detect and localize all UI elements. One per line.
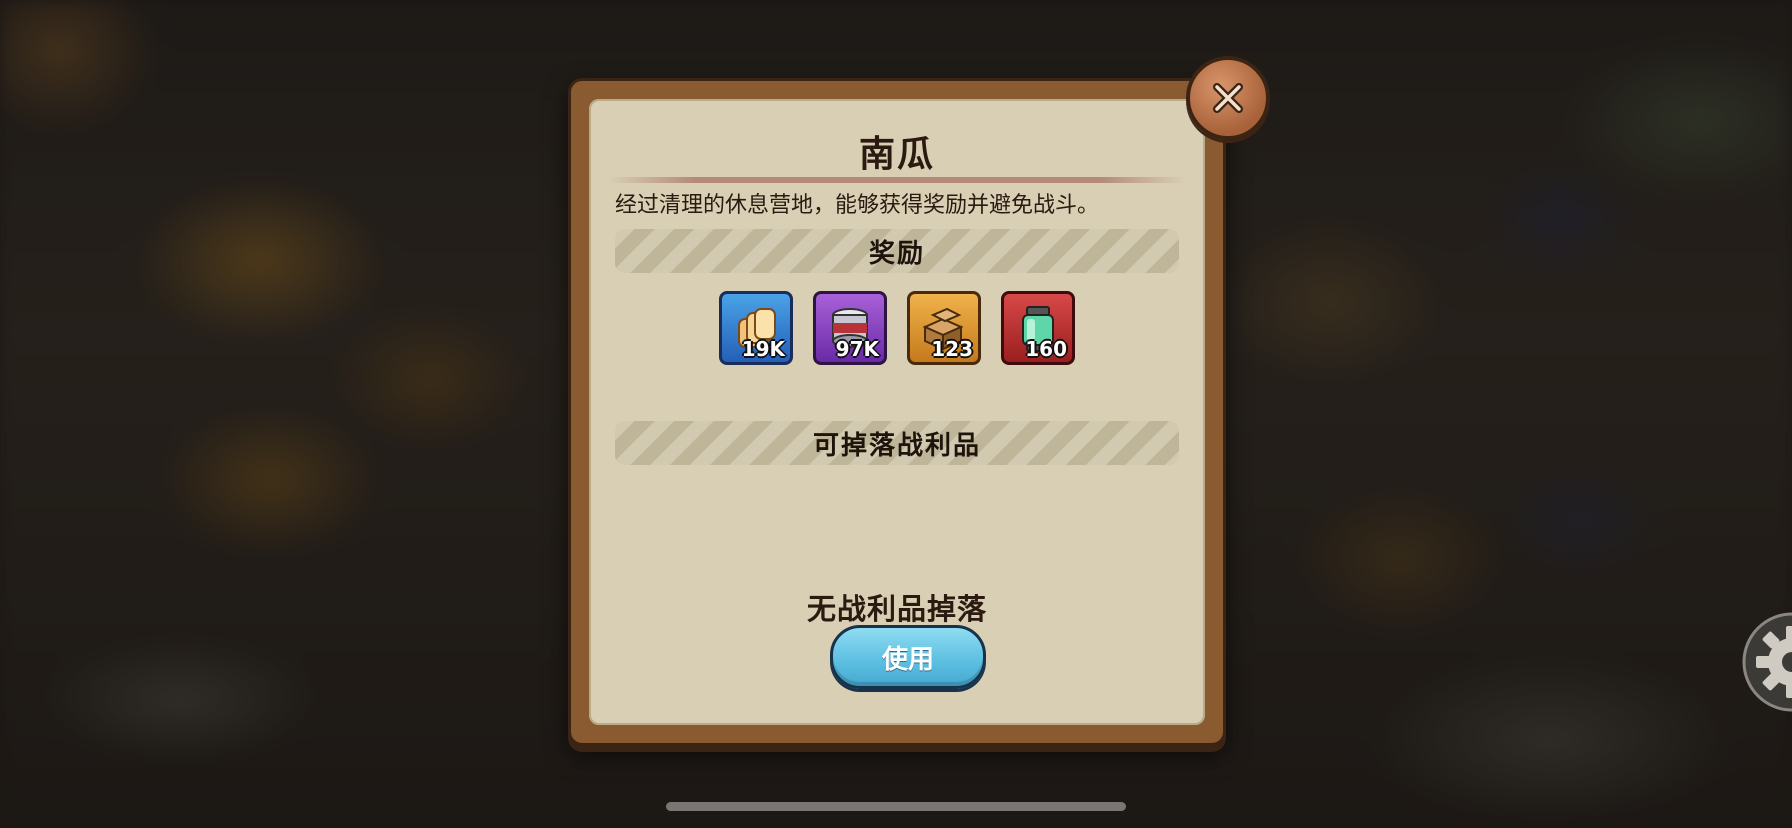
settings-button[interactable]	[1742, 612, 1792, 712]
rewards-header: 奖励	[615, 229, 1179, 273]
reward-quantity: 160	[1025, 337, 1067, 361]
rewards-list: 19K 97K 123 160	[589, 291, 1205, 371]
no-loot-message: 无战利品掉落	[806, 592, 987, 626]
reward-quantity: 123	[931, 337, 973, 361]
reward-item[interactable]: 160	[1001, 291, 1075, 365]
reward-popup: 南瓜 经过清理的休息营地，能够获得奖励并避免战斗。 奖励 19K 97K 123…	[568, 78, 1226, 746]
use-button-label: 使用	[881, 644, 934, 675]
loot-header: 可掉落战利品	[615, 421, 1179, 465]
use-button[interactable]: 使用	[830, 625, 986, 689]
reward-quantity: 97K	[835, 337, 879, 361]
reward-item[interactable]: 123	[907, 291, 981, 365]
home-indicator[interactable]	[666, 802, 1126, 811]
popup-description: 经过清理的休息营地，能够获得奖励并避免战斗。	[615, 193, 1100, 218]
close-button[interactable]	[1186, 56, 1270, 140]
close-icon	[1213, 83, 1243, 113]
rewards-header-label: 奖励	[868, 238, 925, 269]
loot-header-label: 可掉落战利品	[812, 430, 981, 461]
popup-content: 南瓜 经过清理的休息营地，能够获得奖励并避免战斗。 奖励 19K 97K 123…	[589, 99, 1205, 725]
popup-title: 南瓜	[858, 134, 935, 175]
reward-item[interactable]: 97K	[813, 291, 887, 365]
reward-item[interactable]: 19K	[719, 291, 793, 365]
reward-quantity: 19K	[741, 337, 785, 361]
title-divider	[609, 177, 1185, 183]
gear-icon	[1742, 612, 1792, 712]
